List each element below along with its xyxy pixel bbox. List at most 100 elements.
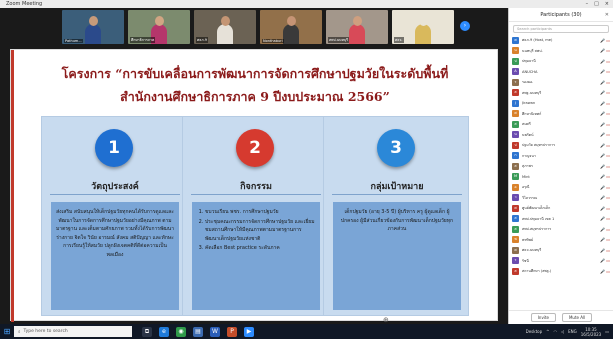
mic-camera-status-icon[interactable]: 🎤 ▭: [600, 195, 610, 200]
participant-row[interactable]: ศศธภ.9 (Host, me) 🎤 ▭: [512, 35, 610, 46]
zoom-icon[interactable]: ▶: [244, 326, 254, 337]
task-view-icon[interactable]: ⧉: [142, 326, 152, 337]
participant-row[interactable]: รรองผอ. 🎤 ▭: [512, 77, 610, 88]
search-placeholder: Type here to search: [23, 329, 68, 334]
tray-desktop-label[interactable]: Desktop: [526, 329, 543, 334]
mic-camera-status-icon[interactable]: 🎤 ▭: [600, 269, 610, 274]
participant-name: ANUCHA: [522, 69, 538, 74]
mic-camera-status-icon[interactable]: 🎤 ▭: [600, 206, 610, 211]
participants-list: ศศธภ.9 (Host, me) 🎤 ▭ นนนทบุรี สพป. 🎤 ▭ ปปทุ…: [509, 35, 613, 277]
chrome-icon[interactable]: ◉: [176, 326, 186, 337]
participant-row[interactable]: ปปทุมธานี 🎤 ▭: [512, 56, 610, 67]
video-tile[interactable]: Pathum...: [62, 10, 124, 44]
participant-name: สพป.สมุทรปราการ: [522, 227, 552, 232]
mic-camera-status-icon[interactable]: 🎤 ▭: [600, 122, 610, 127]
avatar: พ: [512, 236, 519, 244]
mic-camera-status-icon[interactable]: 🎤 ▭: [600, 216, 610, 221]
participant-head: [352, 16, 362, 26]
windows-start-icon[interactable]: ⊞: [0, 327, 14, 336]
mic-camera-status-icon[interactable]: 🎤 ▭: [600, 185, 610, 190]
mic-camera-status-icon[interactable]: 🎤 ▭: [600, 237, 610, 242]
participant-name: Jirawan: [522, 101, 536, 106]
participant-row[interactable]: นนพรัตน์ 🎤 ▭: [512, 130, 610, 141]
chevron-up-icon[interactable]: ^: [546, 329, 549, 334]
participant-row[interactable]: กกาญจนา 🎤 ▭: [512, 151, 610, 162]
divider: [50, 194, 180, 195]
participant-video: [349, 24, 365, 44]
participant-name: ศธภ.9 (Host, me): [522, 38, 553, 43]
participant-row[interactable]: ศศูนย์พัฒนาเด็กเล็ก 🎤 ▭: [512, 203, 610, 214]
store-icon[interactable]: ▤: [193, 326, 203, 337]
video-tile[interactable]: ศธจ.: [392, 10, 454, 44]
participant-row[interactable]: สสพฐ.นนทบุรี 🎤 ▭: [512, 88, 610, 99]
participant-row[interactable]: นนนทบุรี สพป. 🎤 ▭: [512, 46, 610, 57]
mic-camera-status-icon[interactable]: 🎤 ▭: [600, 164, 610, 169]
mic-camera-status-icon[interactable]: 🎤 ▭: [600, 48, 610, 53]
participant-name: สมศรี: [522, 122, 531, 127]
avatar: ร: [512, 257, 519, 265]
participant-row[interactable]: J Jirawan 🎤 ▭: [512, 98, 610, 109]
participants-search-input[interactable]: Search participants: [513, 25, 609, 33]
participant-row[interactable]: สสุภาพร 🎤 ▭: [512, 161, 610, 172]
video-tile[interactable]: สพป.นนทบุรี: [326, 10, 388, 44]
mic-camera-status-icon[interactable]: 🎤 ▭: [600, 248, 610, 253]
mute-all-button[interactable]: Mute All: [561, 313, 593, 322]
mic-camera-status-icon[interactable]: 🎤 ▭: [600, 59, 610, 64]
participant-row[interactable]: ศศึกษานิเทศก์ 🎤 ▭: [512, 109, 610, 120]
edge-icon[interactable]: e: [159, 326, 169, 337]
mic-camera-status-icon[interactable]: 🎤 ▭: [600, 101, 610, 106]
avatar: น: [512, 47, 519, 55]
word-icon[interactable]: W: [210, 326, 220, 337]
mic-camera-status-icon[interactable]: 🎤 ▭: [600, 227, 610, 232]
slide-title-line2: สำนักงานศึกษาธิการภาค 9 ปีงบประมาณ 2566”: [120, 89, 390, 104]
card-heading: วัตถุประสงค์: [91, 182, 139, 192]
avatar: อ: [512, 183, 519, 191]
wifi-icon[interactable]: ◠: [554, 329, 558, 334]
next-page-arrow-icon[interactable]: ›: [460, 21, 470, 31]
participant-row[interactable]: สสพป.สมุทรปราการ 🎤 ▭: [512, 224, 610, 235]
close-panel-icon[interactable]: ✕: [605, 12, 609, 18]
mic-camera-status-icon[interactable]: 🎤 ▭: [600, 38, 610, 43]
mic-camera-status-icon[interactable]: 🎤 ▭: [600, 174, 610, 179]
participant-row[interactable]: A ANUCHA 🎤 ▭: [512, 67, 610, 78]
taskbar: ⊞ ⌕ Type here to search ⧉ e ◉ ▤ W P ▶ Desktop …: [0, 324, 613, 339]
number-badge: 1: [95, 129, 133, 167]
participant-name: ศธจ.นนทบุรี: [522, 248, 542, 253]
video-tile[interactable]: ศึกษาธิการภาค: [128, 10, 190, 44]
maximize-button[interactable]: □: [594, 1, 599, 7]
participant-name: ปฐมวัย สมุทรปราการ: [522, 143, 556, 148]
participant-row[interactable]: M Mint 🎤 ▭: [512, 172, 610, 183]
clock[interactable]: 10:35 16/5/2023: [581, 327, 602, 337]
participant-row[interactable]: พพรทิพย์ 🎤 ▭: [512, 235, 610, 246]
notification-icon[interactable]: ▭: [605, 329, 609, 334]
participant-row[interactable]: สสมศรี 🎤 ▭: [512, 119, 610, 130]
volume-icon[interactable]: ◁: [561, 329, 564, 334]
mic-camera-status-icon[interactable]: 🎤 ▭: [600, 69, 610, 74]
mic-camera-status-icon[interactable]: 🎤 ▭: [600, 80, 610, 85]
participant-row[interactable]: ปปฐมวัย สมุทรปราการ 🎤 ▭: [512, 140, 610, 151]
mic-camera-status-icon[interactable]: 🎤 ▭: [600, 90, 610, 95]
mic-camera-status-icon[interactable]: 🎤 ▭: [600, 111, 610, 116]
participant-name: พรทิพย์: [522, 237, 534, 242]
activity-item: คัดเลือก Best practice ระดับภาค: [205, 244, 315, 253]
participant-row[interactable]: สสพป.ปทุมธานี เขต 1 🎤 ▭: [512, 214, 610, 225]
participant-row[interactable]: ศศธจ.นนทบุรี 🎤 ▭: [512, 245, 610, 256]
powerpoint-icon[interactable]: P: [227, 326, 237, 337]
mic-camera-status-icon[interactable]: 🎤 ▭: [600, 153, 610, 158]
video-tile[interactable]: Nonthaburi: [260, 10, 322, 44]
avatar: ส: [512, 267, 519, 275]
participant-row[interactable]: ววิไลวรรณ 🎤 ▭: [512, 193, 610, 204]
language-indicator[interactable]: ENG: [568, 329, 577, 334]
close-button[interactable]: ×: [605, 1, 609, 7]
mic-camera-status-icon[interactable]: 🎤 ▭: [600, 258, 610, 263]
participant-row[interactable]: สสถานศึกษา (สพฐ.) 🎤 ▭: [512, 266, 610, 277]
mic-camera-status-icon[interactable]: 🎤 ▭: [600, 143, 610, 148]
participant-row[interactable]: ออรุณี 🎤 ▭: [512, 182, 610, 193]
mic-camera-status-icon[interactable]: 🎤 ▭: [600, 132, 610, 137]
minimize-button[interactable]: –: [586, 1, 589, 7]
invite-button[interactable]: Invite: [530, 313, 556, 322]
participant-row[interactable]: รรัชนี 🎤 ▭: [512, 256, 610, 267]
video-tile[interactable]: ศธภ.9: [194, 10, 256, 44]
taskbar-search-input[interactable]: ⌕ Type here to search: [14, 326, 132, 337]
video-tile-name: ศึกษาธิการภาค: [130, 37, 156, 43]
